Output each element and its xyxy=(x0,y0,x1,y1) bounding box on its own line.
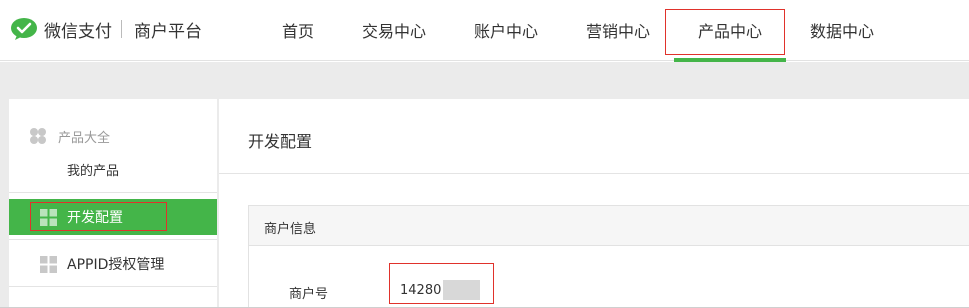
merchant-platform-page: 微信支付 商户平台 首页 交易中心 账户中心 营销中心 产品中心 数据中心 产品… xyxy=(0,0,969,308)
panel-header xyxy=(249,206,969,246)
nav-item-trade-center[interactable]: 交易中心 xyxy=(362,18,426,42)
sidebar-item-my-products[interactable]: 我的产品 xyxy=(67,160,119,179)
nav-item-marketing-center[interactable]: 营销中心 xyxy=(586,18,650,42)
top-navigation-bar: 微信支付 商户平台 首页 交易中心 账户中心 营销中心 产品中心 数据中心 xyxy=(0,0,969,62)
brand-name: 微信支付 xyxy=(44,21,112,42)
nav-item-product-center[interactable]: 产品中心 xyxy=(698,18,762,42)
sidebar-group-products: 产品大全 xyxy=(28,127,111,146)
brand-logo[interactable]: 微信支付 商户平台 xyxy=(10,14,202,44)
grid-icon xyxy=(40,208,57,226)
wechat-logo-icon xyxy=(11,18,37,40)
sidebar-item-dev-config-content[interactable]: 开发配置 xyxy=(40,207,123,227)
panel-title: 商户信息 xyxy=(264,222,317,237)
page-title: 开发配置 xyxy=(248,132,313,151)
nav-item-home[interactable]: 首页 xyxy=(282,18,314,42)
nav-item-data-center[interactable]: 数据中心 xyxy=(810,18,874,42)
merchant-id-label: 商户号 xyxy=(289,287,329,302)
redaction-mask xyxy=(443,280,480,300)
merchant-id-value: 14280 xyxy=(400,283,442,298)
sidebar-item-appid-auth[interactable]: APPID授权管理 xyxy=(40,254,164,274)
sidebar-item-label: 开发配置 xyxy=(67,210,123,226)
sidebar-group-title: 产品大全 xyxy=(58,130,111,146)
product-category-icon xyxy=(30,128,46,144)
sidebar-item-label: APPID授权管理 xyxy=(67,257,165,273)
nav-item-account-center[interactable]: 账户中心 xyxy=(474,18,538,42)
brand-subtitle: 商户平台 xyxy=(134,21,202,42)
brand-separator xyxy=(121,20,122,38)
grid-icon xyxy=(40,255,57,273)
title-divider xyxy=(219,173,969,174)
sidebar-divider xyxy=(9,192,217,193)
sidebar-divider xyxy=(9,286,217,287)
sidebar-divider xyxy=(9,239,217,240)
